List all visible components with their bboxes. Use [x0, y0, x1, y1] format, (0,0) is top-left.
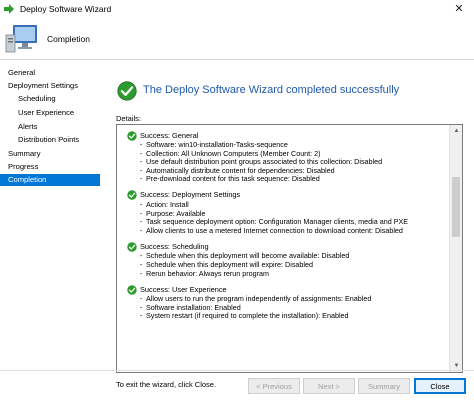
page-title: Completion [47, 34, 90, 44]
window-title: Deploy Software Wizard [20, 3, 112, 14]
section-title: Success: Deployment Settings [140, 190, 241, 200]
detail-line: Allow clients to use a metered Internet … [140, 226, 450, 236]
sidebar-item-distribution-points[interactable]: Distribution Points [18, 134, 79, 146]
details-label: Details: [116, 114, 142, 123]
sidebar-item-deployment-settings[interactable]: Deployment Settings [8, 80, 78, 92]
section-title: Success: User Experience [140, 284, 227, 294]
success-heading: The Deploy Software Wizard completed suc… [143, 84, 400, 96]
computer-icon [4, 22, 40, 56]
success-check-icon [127, 190, 137, 201]
previous-button[interactable]: < Previous [248, 378, 300, 394]
wizard-sidebar: General Deployment Settings Scheduling U… [0, 61, 104, 402]
footer-divider [0, 370, 474, 371]
sidebar-item-progress[interactable]: Progress [8, 161, 38, 173]
success-check-icon [127, 284, 137, 295]
next-button[interactable]: Next > [303, 378, 355, 394]
scroll-thumb[interactable] [452, 177, 460, 237]
success-check-icon [127, 130, 137, 141]
wizard-main: The Deploy Software Wizard completed suc… [104, 61, 474, 402]
sidebar-item-general[interactable]: General [8, 67, 35, 79]
detail-line: Rerun behavior: Always rerun program [140, 269, 450, 279]
success-check-icon [117, 81, 137, 101]
details-textbox[interactable]: Success: General Software: win10-install… [116, 124, 463, 373]
details-section: Success: General Software: win10-install… [127, 130, 450, 184]
sidebar-item-completion[interactable]: Completion [0, 174, 100, 186]
section-title: Success: General [140, 130, 199, 140]
details-section: Success: Deployment Settings Action: Ins… [127, 190, 450, 235]
summary-button[interactable]: Summary [358, 378, 410, 394]
window-close-button[interactable]: ✕ [444, 0, 474, 17]
section-title: Success: Scheduling [140, 241, 209, 251]
details-section: Success: User Experience Allow users to … [127, 284, 450, 321]
close-button[interactable]: Close [414, 378, 466, 394]
details-content: Success: General Software: win10-install… [117, 125, 450, 372]
sidebar-item-alerts[interactable]: Alerts [18, 121, 37, 133]
scroll-up-arrow-icon[interactable]: ▲ [450, 125, 462, 137]
sidebar-item-user-experience[interactable]: User Experience [18, 107, 74, 119]
details-scrollbar[interactable]: ▲ ▼ [449, 125, 462, 372]
detail-line: Pre-download content for this task seque… [140, 175, 450, 184]
detail-line: System restart (if required to complete … [140, 312, 450, 321]
wizard-header: Completion [0, 17, 474, 60]
wizard-arrow-icon [3, 3, 15, 15]
sidebar-item-summary[interactable]: Summary [8, 148, 41, 160]
exit-instruction: To exit the wizard, click Close. [116, 380, 217, 389]
details-section: Success: Scheduling Schedule when this d… [127, 241, 450, 278]
title-bar: Deploy Software Wizard ✕ [0, 0, 474, 17]
sidebar-item-scheduling[interactable]: Scheduling [18, 93, 56, 105]
success-check-icon [127, 242, 137, 252]
